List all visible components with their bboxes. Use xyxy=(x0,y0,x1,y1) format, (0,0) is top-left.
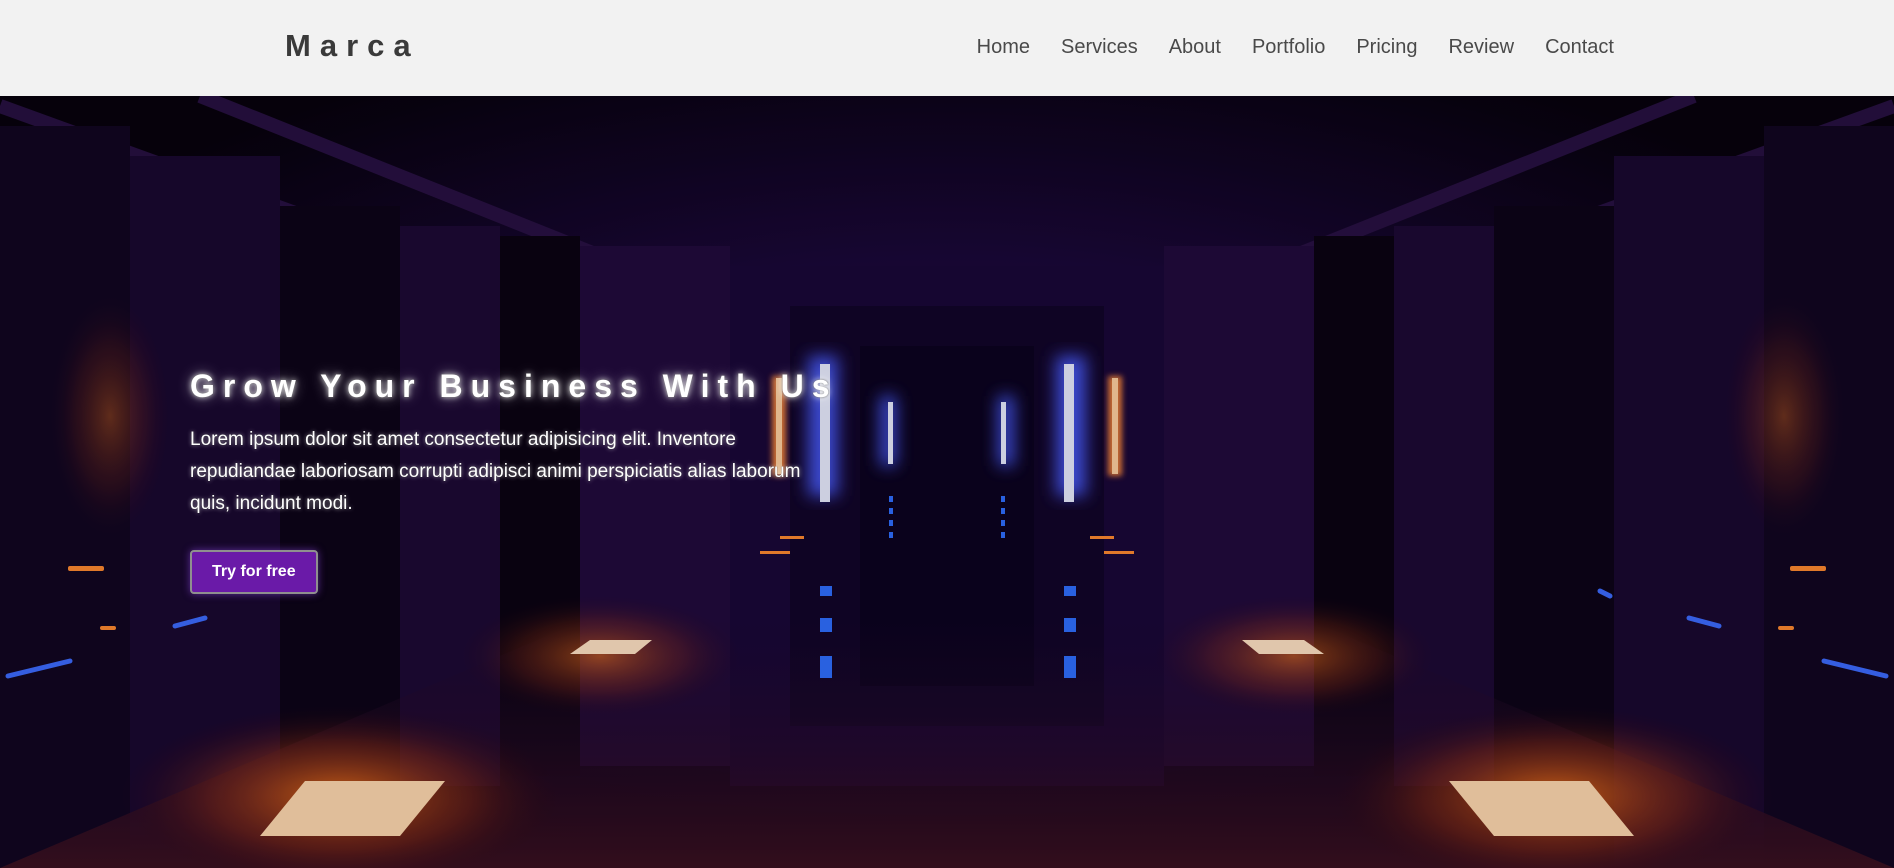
nav-link-portfolio[interactable]: Portfolio xyxy=(1252,34,1325,60)
hero-content: Grow Your Business With Us Lorem ipsum d… xyxy=(190,366,850,594)
page: Marca Home Services About Portfolio Pric… xyxy=(0,0,1894,868)
hero-section: Grow Your Business With Us Lorem ipsum d… xyxy=(0,96,1894,868)
nav-link-contact[interactable]: Contact xyxy=(1545,34,1614,60)
hero-title: Grow Your Business With Us xyxy=(190,368,838,404)
site-logo[interactable]: Marca xyxy=(285,28,420,64)
main-nav: Home Services About Portfolio Pricing Re… xyxy=(946,34,1614,60)
nav-link-home[interactable]: Home xyxy=(977,34,1030,60)
try-for-free-button[interactable]: Try for free xyxy=(190,550,318,594)
hero-description: Lorem ipsum dolor sit amet consectetur a… xyxy=(190,429,801,514)
nav-link-review[interactable]: Review xyxy=(1448,34,1514,60)
site-header: Marca Home Services About Portfolio Pric… xyxy=(0,0,1894,96)
nav-link-about[interactable]: About xyxy=(1169,34,1221,60)
nav-link-pricing[interactable]: Pricing xyxy=(1356,34,1417,60)
nav-link-services[interactable]: Services xyxy=(1061,34,1138,60)
